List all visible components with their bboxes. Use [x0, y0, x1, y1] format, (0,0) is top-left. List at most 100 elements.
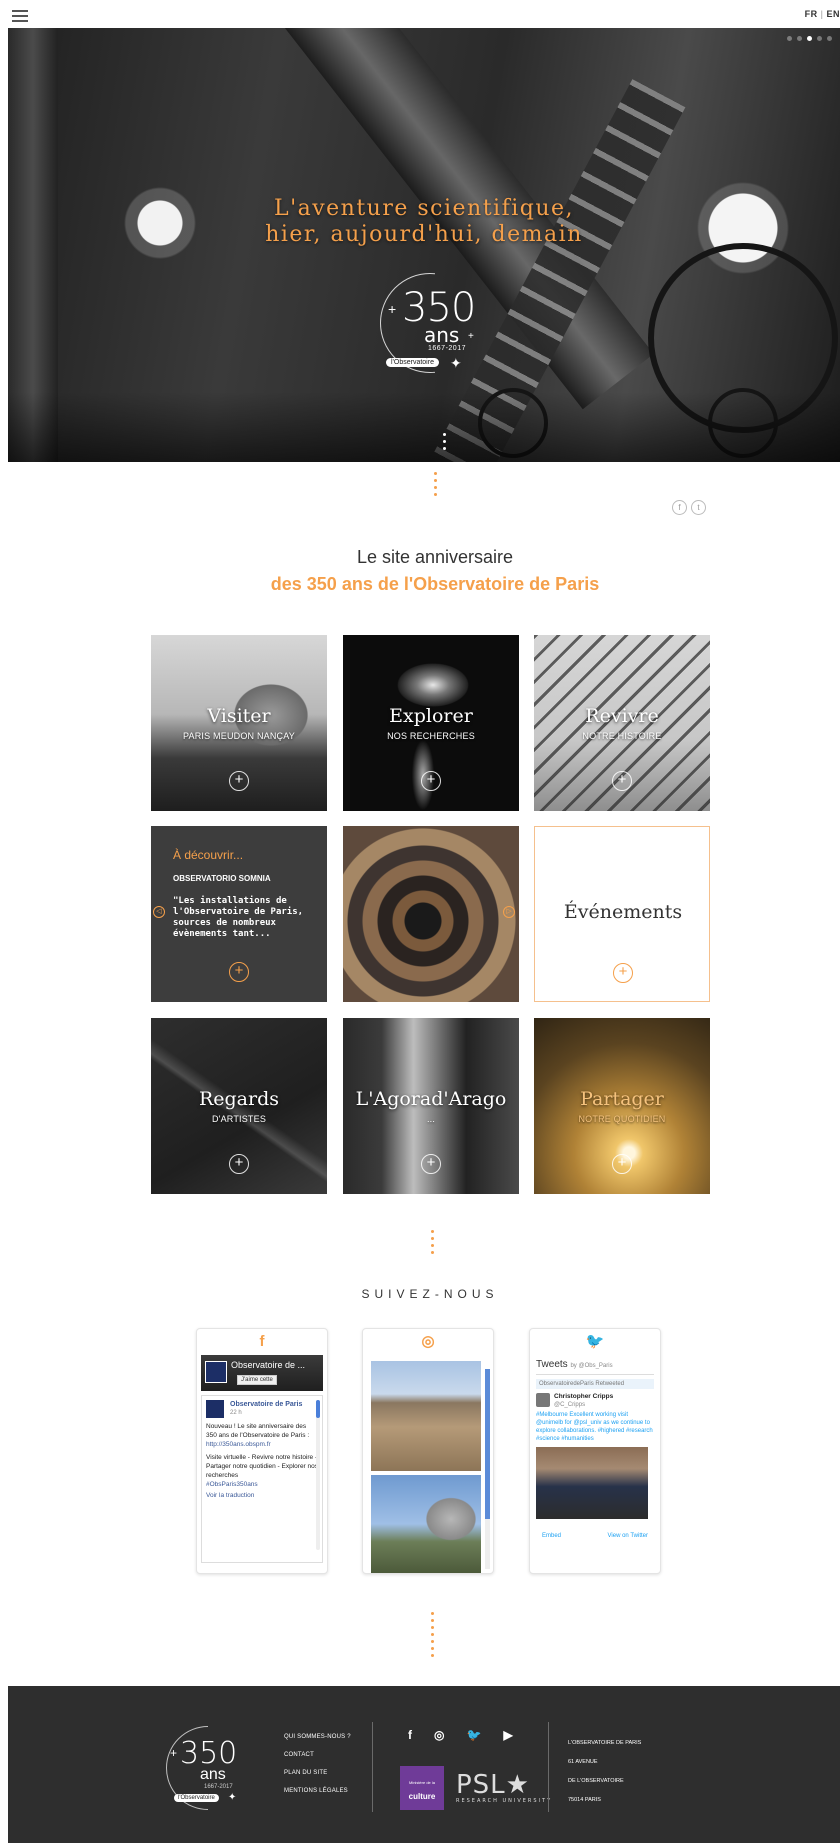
- lang-en-link[interactable]: EN: [826, 9, 840, 19]
- psl-sub: RESEARCH UNIVERSITY: [456, 1798, 553, 1804]
- tile-explorer[interactable]: Explorer NOS RECHERCHES +: [343, 635, 519, 811]
- tile-title: Explorer: [389, 705, 473, 727]
- tile-spiral-staircase[interactable]: ▷: [343, 826, 519, 1002]
- slider-dots: [787, 36, 832, 41]
- slider-dot[interactable]: [817, 36, 822, 41]
- language-switcher: FR | EN: [805, 9, 840, 19]
- twitter-icon[interactable]: 🐦: [530, 1329, 660, 1355]
- youtube-icon[interactable]: ▶: [503, 1728, 512, 1742]
- facebook-widget: f Observatoire de ... J'aime cette Obser…: [196, 1328, 328, 1574]
- footer-link-sitemap[interactable]: PLAN DU SITE: [284, 1770, 351, 1776]
- logo-years: 1667-2017: [428, 345, 466, 352]
- slider-dot-active[interactable]: [807, 36, 812, 41]
- facebook-icon[interactable]: f: [197, 1329, 327, 1355]
- embed-link[interactable]: Embed: [542, 1532, 561, 1540]
- plus-icon[interactable]: +: [613, 963, 633, 983]
- culture-small: Ministère de la: [408, 1780, 435, 1785]
- tile-title: Événements: [563, 901, 683, 923]
- tile-subtitle: ...: [426, 1114, 436, 1124]
- hero-title-line2: hier, aujourd'hui, demain: [265, 222, 583, 247]
- footer-link-about[interactable]: QUI SOMMES-NOUS ?: [284, 1734, 351, 1740]
- logo-org: l'Observatoire: [386, 358, 439, 367]
- hero-scroll-indicator[interactable]: [441, 433, 447, 454]
- instagram-icon[interactable]: ◎: [434, 1728, 444, 1742]
- see-translation-link[interactable]: Voir la traduction: [206, 1491, 318, 1500]
- twitter-share-icon[interactable]: t: [691, 500, 706, 515]
- menu-icon[interactable]: [12, 10, 28, 22]
- plus-icon[interactable]: +: [612, 771, 632, 791]
- next-arrow-icon[interactable]: ▷: [503, 906, 515, 918]
- tweet-text: #Melbourne Excellent working visit @unim…: [536, 1412, 653, 1442]
- post-hashtag[interactable]: #ObsParis350ans: [206, 1480, 318, 1489]
- scrollbar[interactable]: [485, 1369, 490, 1569]
- view-on-twitter-link[interactable]: View on Twitter: [608, 1532, 648, 1540]
- intro-heading: Le site anniversaire: [356, 547, 514, 567]
- tweets-by[interactable]: by @Obs_Paris: [570, 1363, 612, 1369]
- tile-visiter[interactable]: Visiter PARIS MEUDON NANÇAY +: [151, 635, 327, 811]
- lang-fr-link[interactable]: FR: [805, 9, 818, 19]
- tile-a-decouvrir[interactable]: ◁ À découvrir... OBSERVATORIO SOMNIA "Le…: [151, 826, 327, 1002]
- plus-icon[interactable]: +: [421, 771, 441, 791]
- logo-org: l'Observatoire: [174, 1794, 219, 1802]
- logo-star-icon: ✦: [228, 1792, 237, 1803]
- footer-logo[interactable]: + 350 ans 1667-2017 l'Observatoire ✦: [166, 1726, 256, 1816]
- tile-title: Visiter: [207, 705, 271, 727]
- plus-icon[interactable]: +: [229, 1154, 249, 1174]
- discover-heading: OBSERVATORIO SOMNIA: [173, 874, 271, 883]
- page-name[interactable]: Observatoire de ...: [231, 1360, 305, 1370]
- tile-partager[interactable]: Partager NOTRE QUOTIDIEN +: [534, 1018, 710, 1194]
- tile-revivre[interactable]: Revivre NOTRE HISTOIRE +: [534, 635, 710, 811]
- twitter-widget: 🐦 Tweets by @Obs_Paris ObservatoiredePar…: [529, 1328, 661, 1574]
- top-bar: FR | EN: [0, 0, 840, 28]
- footer-divider: [548, 1722, 549, 1812]
- logo-ans: ans: [424, 323, 460, 347]
- plus-icon[interactable]: +: [421, 1154, 441, 1174]
- tile-agora-arago[interactable]: L'Agorad'Arago ... +: [343, 1018, 519, 1194]
- share-buttons: f t: [672, 500, 706, 515]
- tweet-avatar: [536, 1393, 550, 1407]
- follow-title: SUIVEZ-NOUS: [361, 1287, 499, 1301]
- logo-star-icon: ✦: [450, 355, 462, 371]
- twitter-icon[interactable]: 🐦: [466, 1728, 481, 1742]
- instagram-photo[interactable]: [371, 1475, 481, 1573]
- prev-arrow-icon[interactable]: ◁: [153, 906, 165, 918]
- footer-link-legal[interactable]: MENTIONS LÉGALES: [284, 1788, 351, 1794]
- tile-regards[interactable]: Regards D'ARTISTES +: [151, 1018, 327, 1194]
- instagram-photo[interactable]: [371, 1361, 481, 1471]
- facebook-icon[interactable]: f: [408, 1728, 412, 1742]
- hero-floor: [8, 392, 840, 462]
- instagram-icon[interactable]: ◎: [363, 1329, 493, 1355]
- tweet-photo[interactable]: [536, 1447, 648, 1519]
- discover-text: "Les installations de l'Observatoire de …: [173, 896, 304, 939]
- address-line: 61 AVENUE: [568, 1759, 598, 1765]
- culture-ministry-logo[interactable]: Ministère de la culture: [400, 1766, 444, 1810]
- address-line: L'OBSERVATOIRE DE PARIS: [568, 1740, 642, 1746]
- tweet-author[interactable]: Christopher Cripps: [554, 1393, 613, 1401]
- logo-star-icon: +: [170, 1746, 178, 1760]
- hero-title-line1: L'aventure scientifique,: [273, 196, 575, 221]
- tile-subtitle: D'ARTISTES: [211, 1114, 267, 1124]
- instagram-widget: ◎: [362, 1328, 494, 1574]
- footer-social: f ◎ 🐦 ▶: [408, 1728, 513, 1742]
- slider-dot[interactable]: [827, 36, 832, 41]
- facebook-share-icon[interactable]: f: [672, 500, 687, 515]
- post-link[interactable]: http://350ans.obspm.fr: [206, 1440, 318, 1449]
- facebook-page-header[interactable]: Observatoire de ... J'aime cette: [201, 1355, 323, 1391]
- plus-icon[interactable]: +: [229, 771, 249, 791]
- plus-icon[interactable]: +: [229, 962, 249, 982]
- tile-evenements[interactable]: Événements +: [534, 826, 710, 1002]
- slider-dot[interactable]: [797, 36, 802, 41]
- hero-banner: L'aventure scientifique, hier, aujourd'h…: [8, 28, 840, 462]
- like-button[interactable]: J'aime cette: [237, 1375, 277, 1385]
- tile-title: Regards: [198, 1088, 280, 1110]
- slider-dot[interactable]: [787, 36, 792, 41]
- logo-star-icon: +: [388, 301, 397, 317]
- logo-years: 1667-2017: [204, 1784, 233, 1790]
- plus-icon[interactable]: +: [612, 1154, 632, 1174]
- scrollbar[interactable]: [316, 1400, 320, 1550]
- tile-subtitle: NOTRE HISTOIRE: [582, 731, 662, 741]
- address-line: DE L'OBSERVATOIRE: [568, 1778, 624, 1784]
- psl-logo[interactable]: PSL★ RESEARCH UNIVERSITY: [456, 1770, 552, 1804]
- address-line: 75014 PARIS: [568, 1797, 601, 1803]
- footer-link-contact[interactable]: CONTACT: [284, 1752, 351, 1758]
